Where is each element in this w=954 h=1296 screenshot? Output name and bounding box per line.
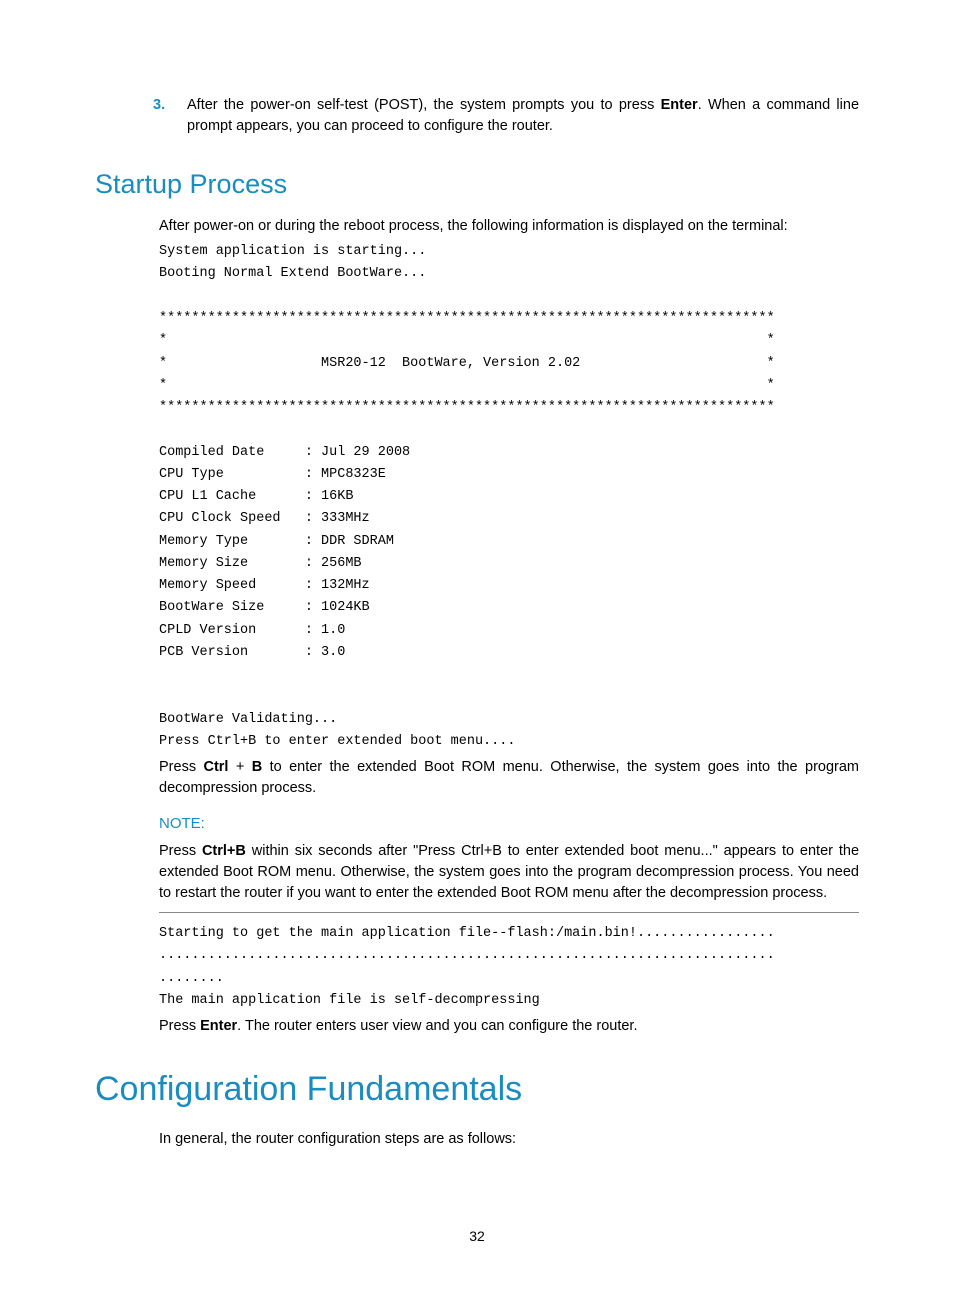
note-body: Press Ctrl+B within six seconds after "P…	[159, 841, 859, 913]
page-number: 32	[0, 1226, 954, 1246]
ordered-list-step: 3. After the power-on self-test (POST), …	[153, 95, 859, 137]
keycap-b: B	[252, 759, 262, 775]
text-fragment: Press	[159, 1018, 200, 1034]
code-block-decompress: Starting to get the main application fil…	[159, 923, 859, 1012]
text-fragment: After the power-on self-test (POST), the…	[187, 97, 661, 113]
keycap-ctrl: Ctrl	[203, 759, 228, 775]
heading-config-fundamentals: Configuration Fundamentals	[95, 1065, 859, 1114]
text-fragment: Press	[159, 843, 202, 859]
paragraph: Press Ctrl + B to enter the extended Boo…	[159, 757, 859, 799]
text-fragment: to enter the extended Boot ROM menu. Oth…	[159, 759, 859, 796]
heading-startup-process: Startup Process	[95, 165, 859, 204]
step-number: 3.	[153, 95, 187, 137]
keycap-enter: Enter	[200, 1018, 237, 1034]
text-fragment: +	[228, 759, 251, 775]
note-label: NOTE:	[159, 813, 859, 835]
code-block-bootware: System application is starting... Bootin…	[159, 241, 859, 753]
text-fragment: within six seconds after "Press Ctrl+B t…	[159, 843, 859, 901]
paragraph: In general, the router configuration ste…	[159, 1129, 859, 1150]
keycap-enter: Enter	[661, 97, 698, 113]
paragraph: After power-on or during the reboot proc…	[159, 216, 859, 237]
step-text: After the power-on self-test (POST), the…	[187, 95, 859, 137]
keycap-ctrlb: Ctrl+B	[202, 843, 246, 859]
paragraph: Press Enter. The router enters user view…	[159, 1016, 859, 1037]
text-fragment: . The router enters user view and you ca…	[237, 1018, 637, 1034]
text-fragment: Press	[159, 759, 203, 775]
